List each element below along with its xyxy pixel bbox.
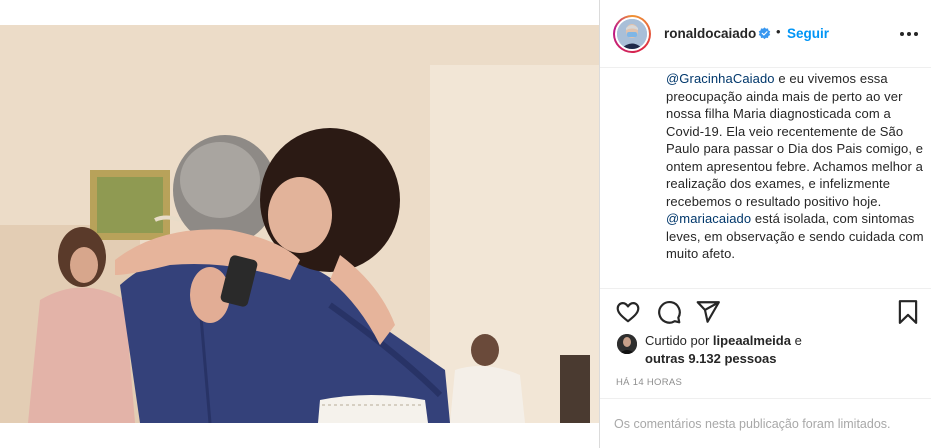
post-side-panel: ronaldocaiado • Seguir @GracinhaCaiado e…	[600, 0, 931, 448]
save-button[interactable]	[895, 299, 921, 325]
avatar	[617, 19, 647, 49]
photo-illustration	[0, 25, 599, 423]
liked-by-line: Curtido por lipeaalmeida e	[645, 333, 802, 348]
instagram-post: ronaldocaiado • Seguir @GracinhaCaiado e…	[0, 0, 931, 448]
follow-button[interactable]: Seguir	[787, 26, 829, 41]
caption-text: e eu vivemos essa preocupação ainda mais…	[666, 71, 924, 209]
comments-limited-notice: Os comentários nesta publicação foram li…	[614, 417, 891, 431]
liker-avatar[interactable]	[617, 334, 637, 354]
heart-icon	[616, 302, 640, 323]
username-link[interactable]: ronaldocaiado	[664, 26, 756, 41]
mention-link[interactable]: @mariacaiado	[666, 211, 751, 226]
verified-badge-icon	[758, 27, 771, 40]
post-photo[interactable]	[0, 25, 599, 423]
share-button[interactable]	[695, 299, 721, 325]
more-options-icon[interactable]	[900, 31, 920, 37]
post-caption: @GracinhaCaiado e eu vivemos essa preocu…	[666, 70, 926, 288]
story-ring[interactable]	[613, 15, 651, 53]
post-timestamp[interactable]: HÁ 14 HORAS	[616, 377, 682, 388]
header-separator: •	[776, 24, 781, 39]
liker-username-link[interactable]: lipeaalmeida	[713, 333, 791, 348]
like-button[interactable]	[615, 299, 641, 325]
comment-icon	[658, 301, 681, 324]
comments-footer: Os comentários nesta publicação foram li…	[600, 398, 931, 448]
likes-count-link[interactable]: outras 9.132 pessoas	[645, 351, 777, 366]
mention-link[interactable]: @GracinhaCaiado	[666, 71, 775, 86]
post-header: ronaldocaiado • Seguir	[600, 0, 931, 68]
comment-button[interactable]	[656, 299, 682, 325]
bookmark-icon	[898, 300, 918, 324]
share-icon	[696, 301, 720, 323]
actions-divider	[600, 288, 931, 289]
